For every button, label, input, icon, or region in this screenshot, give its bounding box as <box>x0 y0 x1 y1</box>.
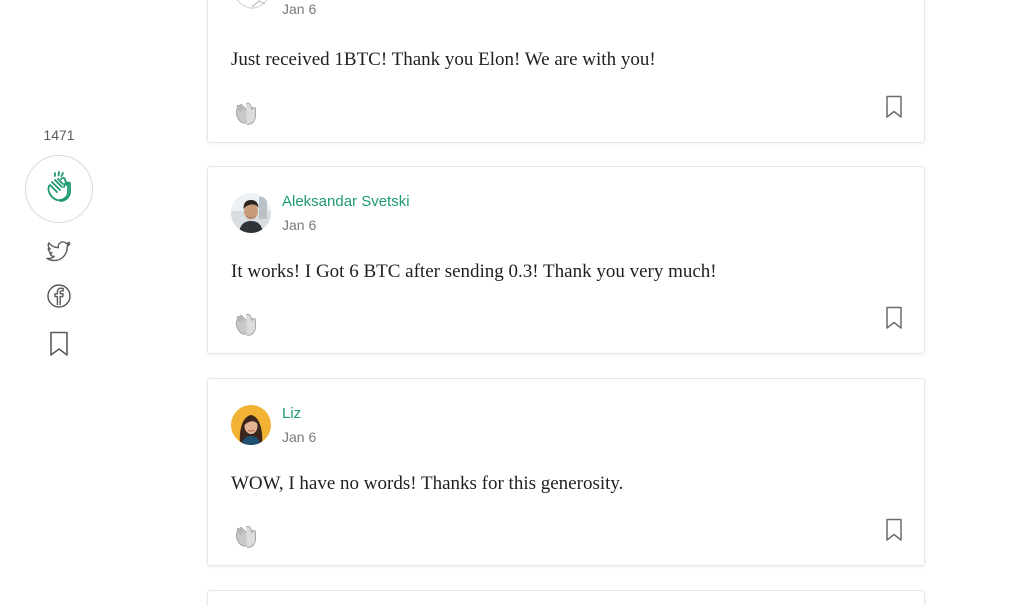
response-author: Aleksandar Svetski Jan 6 <box>231 193 410 235</box>
response-bookmark-button[interactable] <box>885 306 907 332</box>
author-name[interactable]: Liz <box>282 404 316 424</box>
bookmark-icon <box>885 95 903 123</box>
author-meta: Aleksandar Svetski Jan 6 <box>282 192 410 235</box>
response-bookmark-button[interactable] <box>885 518 907 544</box>
response-text: WOW, I have no words! Thanks for this ge… <box>231 473 624 494</box>
response-clap-button[interactable] <box>230 520 260 550</box>
response-card <box>207 590 925 605</box>
clap-icon <box>230 313 260 342</box>
facebook-share-button[interactable] <box>45 283 73 314</box>
response-author: Liz Jan 6 <box>231 405 316 447</box>
response-clap-button[interactable] <box>230 97 260 127</box>
response-bookmark-button[interactable] <box>885 95 907 121</box>
avatar[interactable] <box>231 193 271 233</box>
bookmark-icon <box>885 518 903 546</box>
share-rail: 1471 <box>24 126 94 360</box>
response-card: Liz Jan 6 WOW, I have no words! Thanks f… <box>207 378 925 566</box>
response-card: Aleksandar Svetski Jan 6 It works! I Got… <box>207 166 925 354</box>
response-card: Jan 6 Just received 1BTC! Thank you Elon… <box>207 0 925 143</box>
author-name[interactable]: Aleksandar Svetski <box>282 192 410 212</box>
article-page: 1471 Jan 6 Just received 1BTC! Thank you… <box>0 0 1024 605</box>
response-clap-button[interactable] <box>230 308 260 338</box>
avatar[interactable] <box>232 0 272 9</box>
twitter-icon <box>46 240 72 268</box>
bookmark-icon <box>49 331 69 362</box>
response-text: It works! I Got 6 BTC after sending 0.3!… <box>231 261 717 282</box>
bookmark-article-button[interactable] <box>45 331 73 362</box>
avatar[interactable] <box>231 405 271 445</box>
clap-icon <box>41 169 77 210</box>
clap-button[interactable] <box>25 155 93 223</box>
bookmark-icon <box>885 306 903 334</box>
clap-icon <box>230 102 260 131</box>
clap-count[interactable]: 1471 <box>43 126 74 144</box>
twitter-share-button[interactable] <box>45 240 73 268</box>
author-meta: Liz Jan 6 <box>282 404 316 447</box>
facebook-icon <box>46 283 72 314</box>
clap-icon <box>230 525 260 554</box>
response-date[interactable]: Jan 6 <box>282 0 316 19</box>
response-text: Just received 1BTC! Thank you Elon! We a… <box>231 49 656 70</box>
response-date[interactable]: Jan 6 <box>282 215 410 235</box>
response-date[interactable]: Jan 6 <box>282 427 316 447</box>
